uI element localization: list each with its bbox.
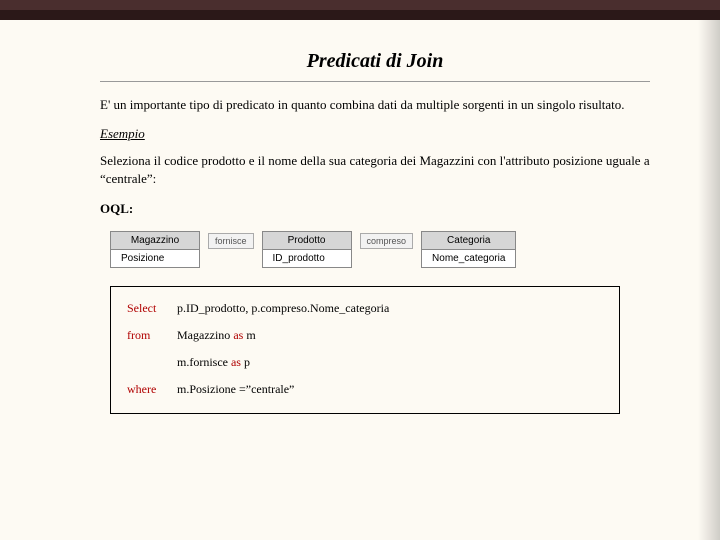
code-line-from: from Magazzino as m xyxy=(127,328,603,343)
oql-label: OQL: xyxy=(100,201,650,217)
top-accent-bar xyxy=(0,0,720,20)
join-pre: m.fornisce xyxy=(177,355,231,369)
oql-code-block: Select p.ID_prodotto, p.compreso.Nome_ca… xyxy=(110,286,620,414)
where-args: m.Posizione =”centrale” xyxy=(177,382,294,397)
example-description: Seleziona il codice prodotto e il nome d… xyxy=(100,152,650,188)
relation-compreso: compreso xyxy=(360,233,414,249)
keyword-as: as xyxy=(233,328,243,342)
entity-field: Nome_categoria xyxy=(421,250,516,268)
page-shadow xyxy=(698,20,720,540)
code-line-select: Select p.ID_prodotto, p.compreso.Nome_ca… xyxy=(127,301,603,316)
select-args: p.ID_prodotto, p.compreso.Nome_categoria xyxy=(177,301,389,316)
code-line-where: where m.Posizione =”centrale” xyxy=(127,382,603,397)
title-divider xyxy=(100,81,650,82)
from-pre: Magazzino xyxy=(177,328,233,342)
entity-magazzino: Magazzino Posizione xyxy=(110,231,200,268)
entity-header: Magazzino xyxy=(110,231,200,250)
from-args: Magazzino as m xyxy=(177,328,256,343)
entity-categoria: Categoria Nome_categoria xyxy=(421,231,516,268)
er-diagram: Magazzino Posizione fornisce Prodotto ID… xyxy=(110,231,650,268)
from-post: m xyxy=(243,328,255,342)
keyword-select: Select xyxy=(127,301,177,316)
entity-field: Posizione xyxy=(110,250,200,268)
page-title: Predicati di Join xyxy=(100,50,650,73)
keyword-from: from xyxy=(127,328,177,343)
entity-prodotto: Prodotto ID_prodotto xyxy=(262,231,352,268)
esempio-label: Esempio xyxy=(100,126,650,142)
entity-header: Prodotto xyxy=(262,231,352,250)
entity-header: Categoria xyxy=(421,231,516,250)
entity-field: ID_prodotto xyxy=(262,250,352,268)
keyword-where: where xyxy=(127,382,177,397)
code-line-join: m.fornisce as p xyxy=(127,355,603,370)
keyword-as-2: as xyxy=(231,355,241,369)
keyword-empty xyxy=(127,355,177,370)
join-args: m.fornisce as p xyxy=(177,355,250,370)
join-post: p xyxy=(241,355,250,369)
intro-paragraph: E' un importante tipo di predicato in qu… xyxy=(100,96,650,114)
slide-content: Predicati di Join E' un importante tipo … xyxy=(0,20,720,434)
relation-fornisce: fornisce xyxy=(208,233,254,249)
top-accent-inner xyxy=(0,0,720,10)
